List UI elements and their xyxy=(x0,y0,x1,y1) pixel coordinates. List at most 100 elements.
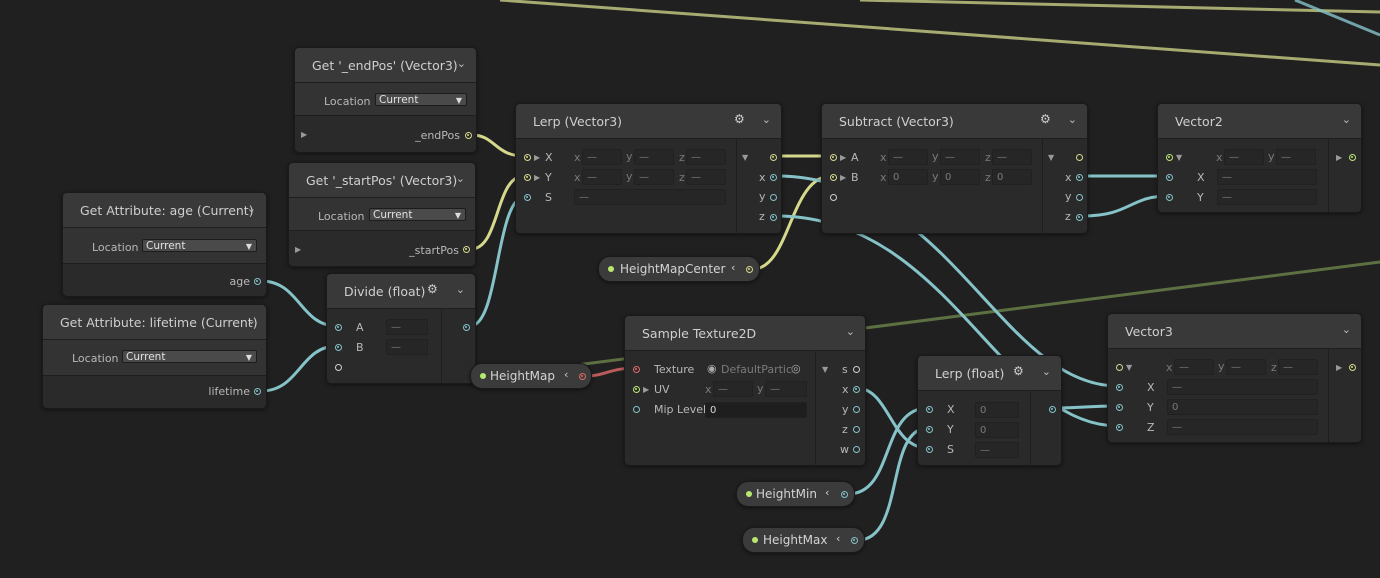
output-port-s[interactable] xyxy=(853,366,860,373)
subtract-vector3-node[interactable]: Subtract (Vector3) ⚙ ⌄ ▶ A x — y — z — ▶ B… xyxy=(821,103,1088,234)
chevron-left-icon[interactable]: ‹ xyxy=(836,532,840,545)
output-port-x[interactable] xyxy=(1076,174,1083,181)
expand-arrow-icon[interactable]: ▶ xyxy=(643,385,649,394)
location-dropdown[interactable]: Current xyxy=(369,208,466,222)
y-field[interactable]: — xyxy=(1276,149,1316,165)
y-field[interactable]: — xyxy=(1226,359,1266,375)
x-field[interactable]: 0 xyxy=(888,169,928,185)
object-picker-icon[interactable]: ◎ xyxy=(791,362,801,375)
uv-y-field[interactable]: — xyxy=(765,381,807,397)
output-port[interactable] xyxy=(254,388,261,395)
uv-x-field[interactable]: — xyxy=(713,381,753,397)
output-port[interactable] xyxy=(851,537,858,544)
output-port-z[interactable] xyxy=(1076,214,1083,221)
output-port[interactable] xyxy=(746,266,753,273)
vector3-node[interactable]: Vector3 ⌄ ▼ x — y — z — X — Y 0 Z — ▶ xyxy=(1107,313,1362,443)
input-port-x[interactable] xyxy=(926,406,933,413)
output-port[interactable] xyxy=(1049,406,1056,413)
z-value-field[interactable]: — xyxy=(1167,419,1318,435)
input-port-z[interactable] xyxy=(1116,424,1123,431)
collapse-arrow-icon[interactable]: ▼ xyxy=(1048,153,1054,162)
expand-arrow-icon[interactable]: ▶ xyxy=(840,153,846,162)
input-port-mip[interactable] xyxy=(633,406,640,413)
output-port-y[interactable] xyxy=(1076,194,1083,201)
divide-node[interactable]: Divide (float) ⚙ ⌄ A — B — xyxy=(326,273,476,384)
x-field[interactable]: — xyxy=(1224,149,1264,165)
chevron-down-icon[interactable]: ⌄ xyxy=(456,172,465,185)
texture-object-icon[interactable]: ◉ xyxy=(707,362,717,375)
x-field[interactable]: — xyxy=(582,149,622,165)
output-port[interactable] xyxy=(1349,154,1356,161)
chevron-down-icon[interactable]: ⌄ xyxy=(1068,113,1077,126)
z-field[interactable]: — xyxy=(992,149,1032,165)
input-field-a[interactable]: — xyxy=(386,319,428,335)
gear-icon[interactable]: ⚙ xyxy=(1040,112,1051,126)
gear-icon[interactable]: ⚙ xyxy=(1013,364,1024,378)
y-value-field[interactable]: — xyxy=(1217,189,1317,205)
input-port-x[interactable] xyxy=(1116,384,1123,391)
x-value-field[interactable]: — xyxy=(1167,379,1318,395)
gear-icon[interactable]: ⚙ xyxy=(734,112,745,126)
output-port[interactable] xyxy=(463,324,470,331)
input-port-x[interactable] xyxy=(1166,174,1173,181)
y-field[interactable]: 0 xyxy=(940,169,980,185)
get-age-node[interactable]: Get Attribute: age (Current) ⌄ Location C… xyxy=(62,192,267,297)
input-port-texture[interactable] xyxy=(633,366,640,373)
y-field[interactable]: — xyxy=(634,149,674,165)
y-field[interactable]: — xyxy=(940,149,980,165)
output-port[interactable] xyxy=(1349,364,1356,371)
input-port-y[interactable] xyxy=(926,426,933,433)
x-field[interactable]: 0 xyxy=(975,402,1019,418)
y-field[interactable]: — xyxy=(634,169,674,185)
location-dropdown[interactable]: Current xyxy=(375,93,467,107)
output-port[interactable] xyxy=(254,278,261,285)
input-port-s[interactable] xyxy=(926,446,933,453)
add-input-port[interactable] xyxy=(335,364,342,371)
input-port-b[interactable] xyxy=(830,174,837,181)
expand-arrow-icon[interactable]: ▶ xyxy=(295,245,301,254)
texture-value[interactable]: DefaultPartic xyxy=(721,363,792,376)
input-port-a[interactable] xyxy=(830,154,837,161)
chevron-left-icon[interactable]: ‹ xyxy=(731,261,735,274)
expand-arrow-icon[interactable]: ▶ xyxy=(840,173,846,182)
y-value-field[interactable]: 0 xyxy=(1167,399,1318,415)
output-port-x[interactable] xyxy=(853,386,860,393)
collapse-arrow-icon[interactable]: ▼ xyxy=(742,153,748,162)
input-port-y[interactable] xyxy=(1166,194,1173,201)
expand-arrow-icon[interactable]: ▶ xyxy=(1336,153,1342,162)
input-port[interactable] xyxy=(1116,364,1123,371)
gear-icon[interactable]: ⚙ xyxy=(427,282,438,296)
output-port[interactable] xyxy=(841,491,848,498)
heightmap-parameter[interactable]: HeightMap ‹ xyxy=(470,363,592,389)
input-port-a[interactable] xyxy=(335,324,342,331)
add-input-port[interactable] xyxy=(830,194,837,201)
output-port[interactable] xyxy=(1076,154,1083,161)
input-port-y[interactable] xyxy=(1116,404,1123,411)
chevron-down-icon[interactable]: ⌄ xyxy=(456,283,465,296)
z-field[interactable]: — xyxy=(686,169,726,185)
z-field[interactable]: — xyxy=(1278,359,1318,375)
output-port[interactable] xyxy=(770,154,777,161)
output-port-y[interactable] xyxy=(770,194,777,201)
s-field[interactable]: — xyxy=(975,442,1019,458)
input-port-x[interactable] xyxy=(524,154,531,161)
output-port-y[interactable] xyxy=(853,406,860,413)
x-field[interactable]: — xyxy=(1174,359,1214,375)
z-field[interactable]: 0 xyxy=(992,169,1032,185)
expand-arrow-icon[interactable]: ▶ xyxy=(301,130,307,139)
chevron-down-icon[interactable]: ⌄ xyxy=(846,325,855,338)
chevron-down-icon[interactable]: ⌄ xyxy=(457,57,466,70)
input-port-uv[interactable] xyxy=(633,386,640,393)
chevron-left-icon[interactable]: ‹ xyxy=(825,486,829,499)
get-lifetime-node[interactable]: Get Attribute: lifetime (Current) ⌄ Locat… xyxy=(42,304,267,409)
heightmapcenter-parameter[interactable]: HeightMapCenter ‹ xyxy=(598,256,760,282)
collapse-arrow-icon[interactable]: ▼ xyxy=(822,365,828,374)
location-dropdown[interactable]: Current xyxy=(122,350,257,364)
z-field[interactable]: — xyxy=(686,149,726,165)
collapse-arrow-icon[interactable]: ▼ xyxy=(1176,153,1182,162)
chevron-left-icon[interactable]: ‹ xyxy=(564,368,568,381)
collapse-arrow-icon[interactable]: ▼ xyxy=(1126,363,1132,372)
input-port-y[interactable] xyxy=(524,174,531,181)
input-port-b[interactable] xyxy=(335,344,342,351)
vector2-node[interactable]: Vector2 ⌄ ▼ x — y — X — Y — ▶ xyxy=(1157,103,1362,213)
